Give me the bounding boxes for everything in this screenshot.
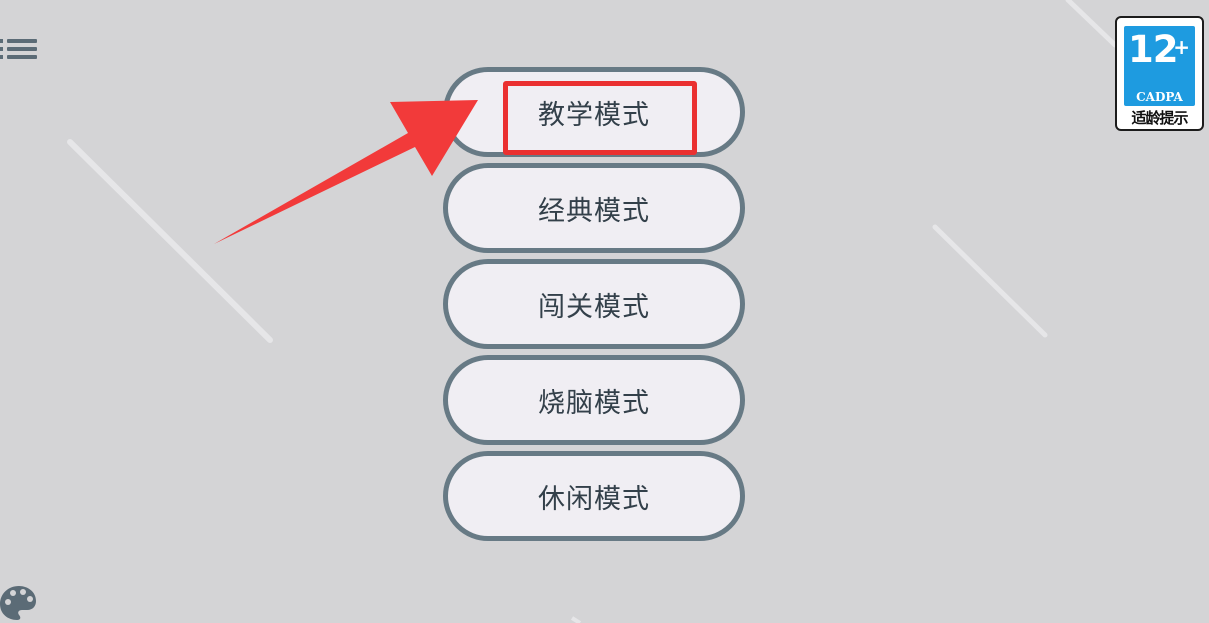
palette-icon[interactable]	[0, 584, 38, 622]
mode-button-casual[interactable]: 休闲模式	[443, 451, 745, 541]
mode-button-label: 经典模式	[538, 195, 650, 227]
age-rating-plus: +	[1173, 35, 1190, 59]
mode-button-classic[interactable]: 经典模式	[443, 163, 745, 253]
mode-button-challenge[interactable]: 闯关模式	[443, 259, 745, 349]
highlight-box-annotation	[503, 81, 697, 155]
hamburger-menu-icon[interactable]	[0, 34, 40, 66]
age-rating-hint: 适龄提示	[1131, 109, 1188, 127]
mode-button-brainburn[interactable]: 烧脑模式	[443, 355, 745, 445]
age-rating-org: CADPA	[1136, 90, 1183, 104]
age-rating-panel: 12 + CADPA	[1124, 26, 1195, 106]
age-rating-number: 12	[1128, 28, 1178, 71]
age-rating-badge: 12 + CADPA 适龄提示	[1115, 16, 1204, 131]
mode-button-label: 烧脑模式	[538, 387, 650, 419]
mode-button-label: 休闲模式	[538, 483, 650, 515]
mode-button-label: 闯关模式	[538, 291, 650, 323]
